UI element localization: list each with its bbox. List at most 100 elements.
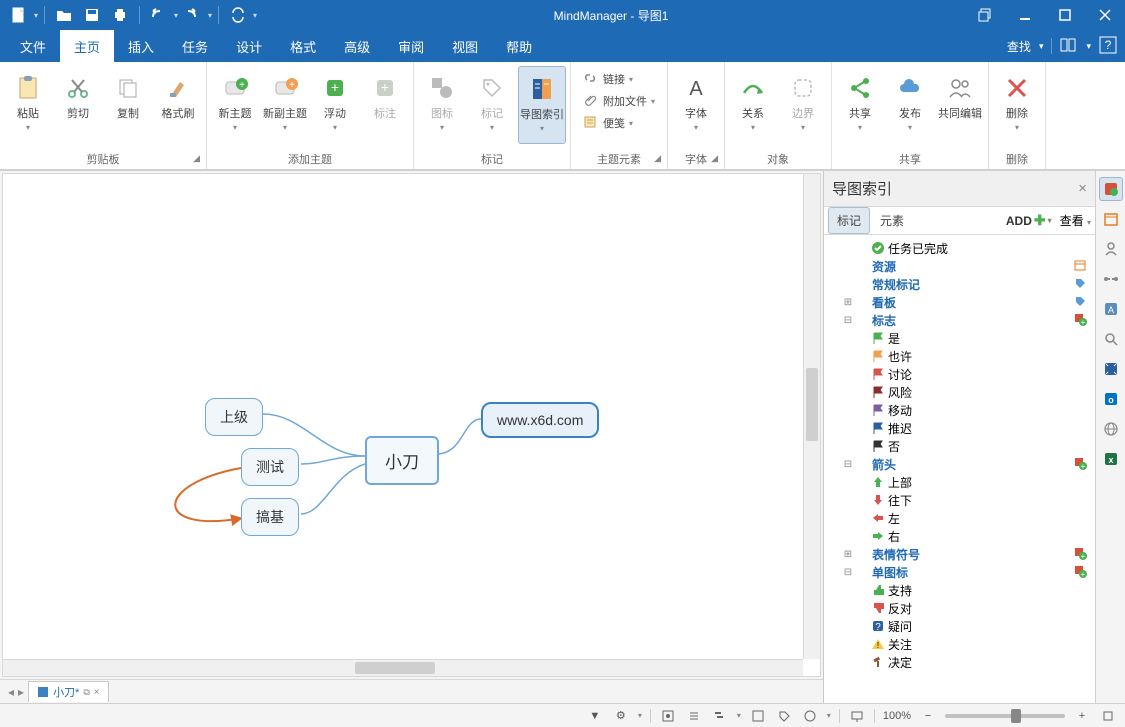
tree-group[interactable]: ⊞表情符号+ <box>826 545 1093 563</box>
menu-advanced[interactable]: 高级 <box>330 30 384 62</box>
sidebar-person-icon[interactable] <box>1099 237 1123 261</box>
menu-insert[interactable]: 插入 <box>114 30 168 62</box>
index-tab-elements[interactable]: 元素 <box>872 208 912 233</box>
presentation-icon[interactable] <box>848 707 866 725</box>
menu-help[interactable]: 帮助 <box>492 30 546 62</box>
redo-button[interactable] <box>180 2 206 28</box>
tree-item[interactable]: 推迟 <box>826 419 1093 437</box>
undo-button[interactable] <box>146 2 172 28</box>
ribbon-floating[interactable]: +浮动▾ <box>311 66 359 144</box>
tree-item[interactable]: 支持 <box>826 581 1093 599</box>
dialog-launcher-icon[interactable]: ◢ <box>654 153 661 164</box>
tree-item[interactable]: 右 <box>826 527 1093 545</box>
zoom-in-icon[interactable]: + <box>1073 707 1091 725</box>
zoom-value[interactable]: 100% <box>883 710 911 722</box>
print-button[interactable] <box>107 2 133 28</box>
mindmap-node[interactable]: 上级 <box>205 398 263 436</box>
index-tab-markers[interactable]: 标记 <box>828 207 870 234</box>
new-doc-button[interactable] <box>6 2 32 28</box>
sidebar-browse-icon[interactable]: A <box>1099 297 1123 321</box>
tree-item[interactable]: ?疑问 <box>826 617 1093 635</box>
tree-item[interactable]: 否 <box>826 437 1093 455</box>
save-button[interactable] <box>79 2 105 28</box>
tree-item[interactable]: 左 <box>826 509 1093 527</box>
view-icon-icon[interactable] <box>801 707 819 725</box>
tree-item[interactable]: 决定 <box>826 653 1093 671</box>
tree-group[interactable]: 资源 <box>826 257 1093 275</box>
ribbon-cut[interactable]: 剪切 <box>54 66 102 144</box>
tabs-scroll-right-icon[interactable]: ▸ <box>18 685 24 699</box>
mindmap-node[interactable]: 搞基 <box>241 498 299 536</box>
ribbon-copy[interactable]: 复制 <box>104 66 152 144</box>
mindmap-node-selected[interactable]: www.x6d.com <box>481 402 599 438</box>
index-tree[interactable]: 任务已完成资源常规标记⊞看板⊟标志+是也许讨论风险移动推迟否⊟箭头+上部往下左右… <box>824 235 1095 703</box>
index-add-button[interactable]: ADD ✚ ▾ <box>1006 212 1052 229</box>
tab-restore-icon[interactable]: ⧉ <box>83 687 89 698</box>
ribbon-publish[interactable]: 发布▾ <box>886 66 934 144</box>
view-tag-icon[interactable] <box>775 707 793 725</box>
view-gantt-icon[interactable] <box>711 707 729 725</box>
ribbon-map-index[interactable]: 导图索引▾ <box>518 66 566 144</box>
ribbon-link[interactable]: 链接 ▾ <box>579 68 659 90</box>
vertical-scrollbar[interactable] <box>803 174 820 659</box>
document-tab[interactable]: 小刀* ⧉ × <box>28 681 109 702</box>
tree-group[interactable]: ⊟标志+ <box>826 311 1093 329</box>
tree-item[interactable]: 往下 <box>826 491 1093 509</box>
sidebar-excel-icon[interactable]: x <box>1099 447 1123 471</box>
dialog-launcher-icon[interactable]: ◢ <box>711 153 718 164</box>
tree-item[interactable]: 移动 <box>826 401 1093 419</box>
sidebar-outlook-icon[interactable]: o <box>1099 387 1123 411</box>
ribbon-notes[interactable]: 便笺 ▾ <box>579 112 659 134</box>
tree-item[interactable]: 上部 <box>826 473 1093 491</box>
mindmap-node[interactable]: 测试 <box>241 448 299 486</box>
ribbon-co-edit[interactable]: 共同编辑 <box>936 66 984 144</box>
sidebar-globe-icon[interactable] <box>1099 417 1123 441</box>
help-icon[interactable]: ? <box>1099 36 1117 57</box>
sidebar-calendar-icon[interactable] <box>1099 207 1123 231</box>
palette-icon[interactable] <box>1060 37 1078 56</box>
tree-item[interactable]: 是 <box>826 329 1093 347</box>
horizontal-scrollbar[interactable] <box>3 659 803 676</box>
tree-group[interactable]: ⊞看板 <box>826 293 1093 311</box>
zoom-out-icon[interactable]: − <box>919 707 937 725</box>
tree-item[interactable]: 风险 <box>826 383 1093 401</box>
ribbon-paste[interactable]: 粘贴▾ <box>4 66 52 144</box>
ribbon-new-topic[interactable]: +新主题▾ <box>211 66 259 144</box>
tree-item[interactable]: !关注 <box>826 635 1093 653</box>
status-settings-icon[interactable]: ⚙ <box>612 707 630 725</box>
ribbon-font[interactable]: A字体▾ <box>672 66 720 144</box>
ribbon-attach[interactable]: 附加文件 ▾ <box>579 90 659 112</box>
menu-view[interactable]: 视图 <box>438 30 492 62</box>
tree-item[interactable]: 讨论 <box>826 365 1093 383</box>
sidebar-index-icon[interactable] <box>1099 177 1123 201</box>
index-view-button[interactable]: 查看 ▾ <box>1060 212 1091 229</box>
tree-group[interactable]: ⊟箭头+ <box>826 455 1093 473</box>
fit-icon[interactable] <box>1099 707 1117 725</box>
tab-close-icon[interactable]: × <box>94 687 100 698</box>
view-map-icon[interactable] <box>659 707 677 725</box>
view-outline-icon[interactable] <box>685 707 703 725</box>
panel-close-icon[interactable]: × <box>1078 180 1087 197</box>
sync-button[interactable] <box>225 2 251 28</box>
sidebar-link-icon[interactable] <box>1099 267 1123 291</box>
search-label[interactable]: 查找 <box>1007 38 1031 55</box>
tree-item[interactable]: 反对 <box>826 599 1093 617</box>
ribbon-format-painter[interactable]: 格式刷 <box>154 66 202 144</box>
ribbon-share[interactable]: 共享▾ <box>836 66 884 144</box>
filter-icon[interactable]: ▼ <box>586 707 604 725</box>
restore-down-icon[interactable] <box>965 0 1005 30</box>
menu-file[interactable]: 文件 <box>6 30 60 62</box>
ribbon-new-subtopic[interactable]: +新副主题▾ <box>261 66 309 144</box>
menu-task[interactable]: 任务 <box>168 30 222 62</box>
menu-home[interactable]: 主页 <box>60 30 114 62</box>
maximize-button[interactable] <box>1045 0 1085 30</box>
search-dropdown-icon[interactable]: ▾ <box>1039 41 1044 52</box>
mindmap-central-topic[interactable]: 小刀 <box>365 436 439 485</box>
minimize-button[interactable] <box>1005 0 1045 30</box>
ribbon-delete[interactable]: 删除▾ <box>993 66 1041 144</box>
dialog-launcher-icon[interactable]: ◢ <box>193 153 200 164</box>
menu-design[interactable]: 设计 <box>222 30 276 62</box>
open-button[interactable] <box>51 2 77 28</box>
canvas[interactable]: 小刀 上级 测试 搞基 www.x6d.com <box>2 173 821 677</box>
menu-review[interactable]: 审阅 <box>384 30 438 62</box>
